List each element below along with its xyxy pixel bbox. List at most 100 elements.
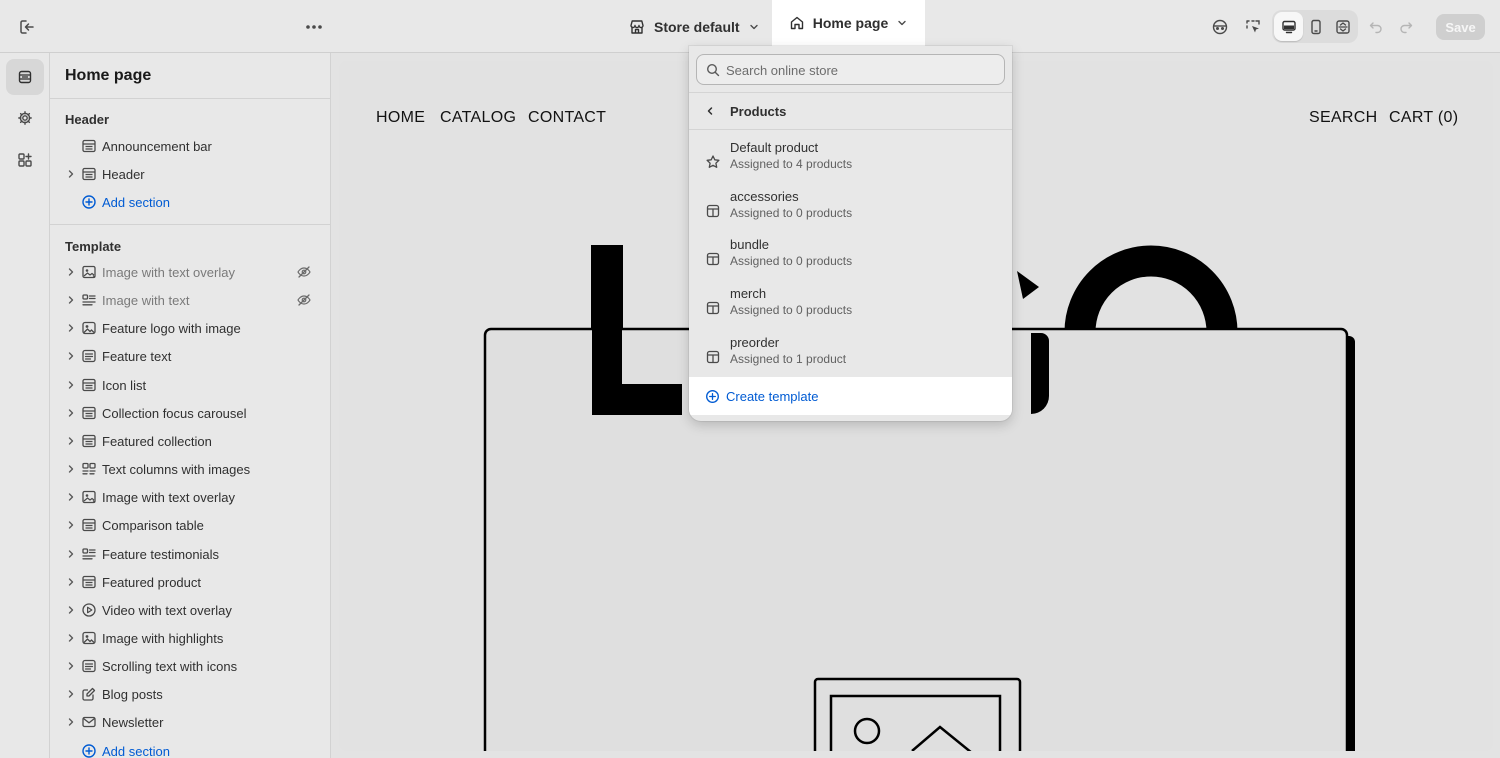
image-icon	[82, 631, 96, 645]
template-option[interactable]: merch Assigned to 0 products	[689, 284, 1012, 332]
section-row[interactable]: Feature testimonials	[50, 540, 330, 568]
section-row-announcement-bar[interactable]: Announcement bar	[50, 132, 330, 160]
chevron-right-icon[interactable]	[65, 576, 77, 588]
section-row[interactable]: Featured product	[50, 568, 330, 596]
template-icon	[706, 204, 720, 217]
chevron-right-icon[interactable]	[65, 604, 77, 616]
chevron-right-icon[interactable]	[65, 266, 77, 278]
section-icon	[82, 378, 96, 392]
section-label: Feature logo with image	[102, 320, 241, 336]
chevron-right-icon[interactable]	[65, 463, 77, 475]
more-actions-button[interactable]	[299, 12, 329, 42]
edit-icon	[82, 687, 96, 701]
redo-button[interactable]	[1391, 12, 1421, 42]
chevron-right-icon[interactable]	[65, 350, 77, 362]
section-row[interactable]: Scrolling text with icons	[50, 652, 330, 680]
chevron-right-icon[interactable]	[65, 294, 77, 306]
logo-letter-g-fragment	[1017, 271, 1039, 299]
chevron-right-icon[interactable]	[65, 688, 77, 700]
section-icon	[82, 575, 96, 589]
eye-slash-icon[interactable]	[296, 292, 312, 308]
template-option[interactable]: bundle Assigned to 0 products	[689, 235, 1012, 283]
save-button[interactable]: Save	[1436, 14, 1485, 40]
template-name: accessories	[730, 188, 799, 204]
search-icon	[706, 63, 720, 77]
undo-button[interactable]	[1361, 12, 1391, 42]
section-row[interactable]: Icon list	[50, 371, 330, 399]
store-selector-label: Store default	[654, 19, 740, 35]
section-row[interactable]: Featured collection	[50, 427, 330, 455]
header-group-label: Header	[65, 112, 110, 127]
add-section-label: Add section	[102, 743, 170, 758]
back-to-products-button[interactable]: Products	[689, 94, 1012, 128]
select-element-button[interactable]	[1238, 12, 1268, 42]
apps-rail-button[interactable]	[6, 142, 44, 178]
section-row[interactable]: Image with text overlay	[50, 483, 330, 511]
eye-slash-icon[interactable]	[296, 264, 312, 280]
section-row[interactable]: Feature text	[50, 342, 330, 370]
store-selector[interactable]: Store default	[620, 8, 768, 46]
fullscreen-view-button[interactable]	[1328, 12, 1357, 41]
chevron-right-icon[interactable]	[65, 519, 77, 531]
template-assignment: Assigned to 4 products	[730, 157, 853, 171]
page-selector-label: Home page	[812, 15, 889, 31]
theme-settings-rail-button[interactable]	[6, 100, 44, 136]
sections-rail-button[interactable]	[6, 59, 44, 95]
chevron-right-icon[interactable]	[65, 660, 77, 672]
chevron-right-icon[interactable]	[65, 322, 77, 334]
add-section-header-button[interactable]: Add section	[50, 188, 330, 216]
section-row-header[interactable]: Header	[50, 160, 330, 188]
search-input[interactable]	[726, 61, 996, 79]
text-block-icon	[82, 659, 96, 673]
more-horizontal-icon	[306, 25, 322, 29]
chevron-right-icon[interactable]	[65, 548, 77, 560]
inspector-button[interactable]	[1205, 12, 1235, 42]
template-option[interactable]: preorder Assigned to 1 product	[689, 333, 1012, 381]
section-row[interactable]: Blog posts	[50, 680, 330, 708]
chevron-down-icon	[749, 24, 758, 30]
divider	[50, 98, 330, 99]
chevron-right-icon[interactable]	[65, 168, 77, 180]
chevron-right-icon[interactable]	[65, 407, 77, 419]
image-text-icon	[82, 265, 96, 279]
section-label: Feature testimonials	[102, 546, 220, 562]
create-template-button[interactable]: Create template	[689, 377, 1012, 415]
create-template-label: Create template	[726, 388, 819, 404]
exit-button[interactable]	[12, 12, 42, 42]
section-row[interactable]: Image with text overlay	[50, 258, 330, 286]
page-selector[interactable]: Home page	[772, 0, 925, 46]
section-label: Comparison table	[102, 517, 204, 533]
section-label: Image with text overlay	[102, 489, 235, 505]
add-section-template-button[interactable]: Add section	[50, 737, 330, 758]
desktop-view-button[interactable]	[1274, 12, 1303, 41]
section-label: Announcement bar	[102, 138, 212, 154]
section-label: Icon list	[102, 377, 147, 393]
chevron-right-icon[interactable]	[65, 379, 77, 391]
mobile-view-button[interactable]	[1301, 12, 1330, 41]
chevron-right-icon[interactable]	[65, 435, 77, 447]
section-row[interactable]: Newsletter	[50, 708, 330, 736]
search-online-store-field[interactable]	[696, 54, 1005, 85]
section-row[interactable]: Feature logo with image	[50, 314, 330, 342]
section-icon	[82, 518, 96, 532]
apps-icon	[18, 153, 32, 167]
template-option[interactable]: accessories Assigned to 0 products	[689, 187, 1012, 235]
template-name: bundle	[730, 237, 770, 253]
section-row[interactable]: Comparison table	[50, 511, 330, 539]
sidebar-title: Home page	[65, 67, 152, 84]
section-label: Video with text overlay	[102, 602, 232, 618]
plus-circle-icon	[82, 744, 96, 758]
template-option[interactable]: Default product Assigned to 4 products	[689, 138, 1012, 186]
section-label: Featured collection	[102, 433, 212, 449]
section-row[interactable]: Image with text	[50, 286, 330, 314]
section-label: Scrolling text with icons	[102, 658, 238, 674]
add-section-label: Add section	[102, 194, 170, 210]
chevron-right-icon[interactable]	[65, 491, 77, 503]
chevron-right-icon[interactable]	[65, 632, 77, 644]
chevron-right-icon[interactable]	[65, 716, 77, 728]
section-row[interactable]: Collection focus carousel	[50, 399, 330, 427]
home-icon	[790, 16, 803, 30]
section-row[interactable]: Text columns with images	[50, 455, 330, 483]
section-row[interactable]: Video with text overlay	[50, 596, 330, 624]
section-row[interactable]: Image with highlights	[50, 624, 330, 652]
